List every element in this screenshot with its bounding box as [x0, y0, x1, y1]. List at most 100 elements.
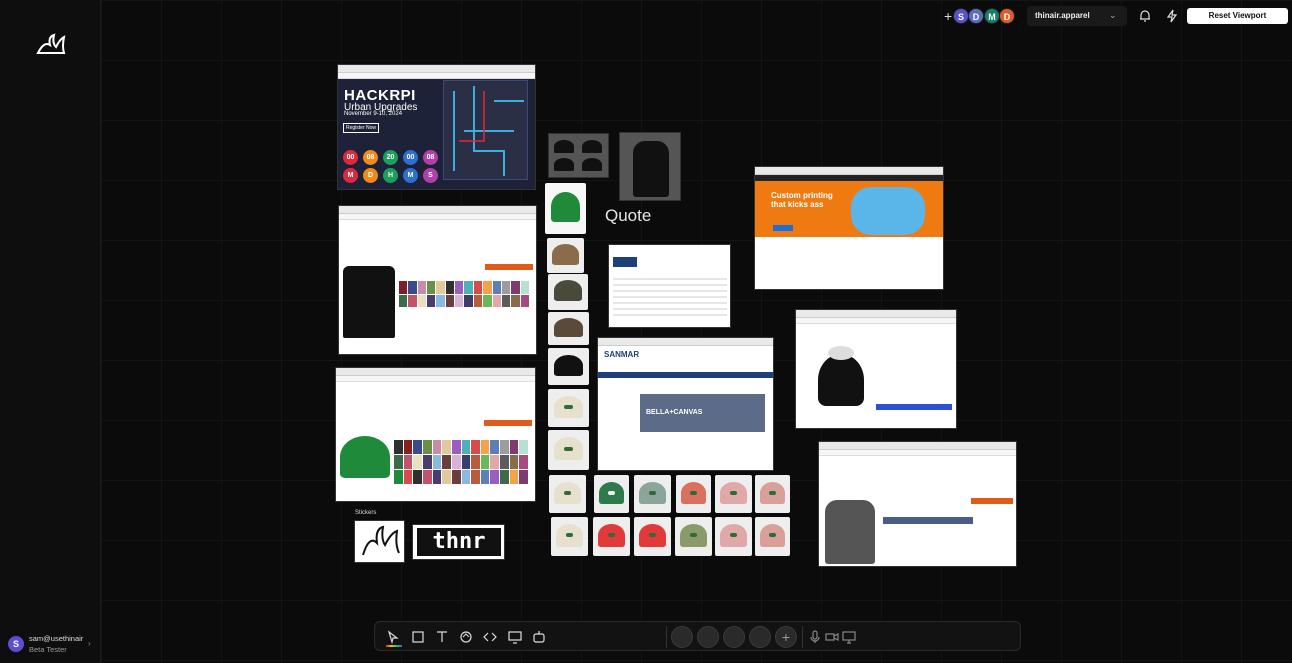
thnr-sticker[interactable]: thnr [412, 524, 505, 560]
countdown-months: 00 [343, 150, 358, 165]
rectangle-icon[interactable] [410, 629, 426, 645]
text-icon[interactable] [434, 629, 450, 645]
participant-slot[interactable] [723, 626, 745, 648]
collaborator-avatar[interactable]: D [999, 8, 1015, 24]
collaborator-avatar[interactable]: M [984, 8, 1000, 24]
gray-hoodie-image [825, 500, 875, 564]
browser-addressbar [336, 376, 535, 382]
browser-addressbar [339, 214, 536, 220]
user-role: Beta Tester [29, 645, 67, 654]
zap-icon[interactable] [1164, 8, 1180, 24]
participant-slot[interactable] [749, 626, 771, 648]
active-tool-indicator [386, 645, 402, 647]
browser-tabbar [755, 167, 943, 175]
cap-thumb[interactable] [675, 517, 712, 556]
countdown-unit: D [363, 168, 378, 183]
cap-thumb[interactable] [594, 475, 629, 513]
user-menu[interactable]: S sam@usethinair Beta Tester › [8, 634, 96, 656]
countdown-hours: 20 [383, 150, 398, 165]
video-icon[interactable] [824, 629, 840, 645]
cream-cap-thumb[interactable] [548, 430, 589, 470]
countdown-unit: M [403, 168, 418, 183]
cap-thumb[interactable] [755, 517, 790, 556]
participant-slot[interactable] [671, 626, 693, 648]
browser-addressbar [338, 73, 535, 79]
bunny-sticker[interactable] [354, 520, 405, 563]
share-screen-icon[interactable] [841, 629, 857, 645]
countdown-days: 08 [363, 150, 378, 165]
green-cap-image [340, 436, 390, 478]
sanmar-banner: BELLA+CANVAS [640, 394, 765, 432]
cap-thumb[interactable] [755, 475, 790, 513]
brown-cap-thumb[interactable] [547, 238, 584, 273]
participant-slot[interactable] [697, 626, 719, 648]
reset-viewport-button[interactable]: Reset Viewport [1187, 8, 1288, 24]
camo-trucker-thumb[interactable] [548, 312, 589, 345]
left-sidebar: S sam@usethinair Beta Tester › [0, 0, 101, 663]
quote-document[interactable] [608, 244, 731, 328]
cap-thumb[interactable] [593, 517, 630, 556]
thnr-text: thnr [417, 528, 501, 556]
cursor-icon[interactable] [385, 629, 401, 645]
countdown-minutes: 00 [403, 150, 418, 165]
sanmar-nav [598, 372, 773, 378]
code-icon[interactable] [482, 629, 498, 645]
cap-thumb[interactable] [715, 517, 752, 556]
browser-addressbar [796, 318, 956, 324]
hackrpi-screenshot[interactable]: HACKRPI Urban Upgrades November 9-10, 20… [337, 64, 536, 190]
promo-headline: Custom printing that kicks ass [771, 191, 833, 209]
cap-thumb[interactable] [551, 517, 588, 556]
promo-cta [773, 225, 793, 231]
camo-cap-thumb[interactable] [548, 274, 588, 310]
trucker-cap-product-screenshot[interactable] [335, 367, 536, 502]
microphone-icon[interactable] [807, 629, 823, 645]
countdown-unit: H [383, 168, 398, 183]
thinair-logo[interactable] [36, 33, 66, 57]
green-cap-thumb[interactable] [545, 183, 586, 234]
toolbar-divider [802, 626, 803, 648]
beanie-image [818, 346, 864, 406]
browser-tabbar [338, 65, 535, 73]
bottom-toolbar: + [374, 621, 1021, 651]
countdown-unit: S [423, 168, 438, 183]
collaborator-avatar[interactable]: D [968, 8, 984, 24]
sanmar-screenshot[interactable]: SANMAR BELLA+CANVAS [597, 337, 774, 471]
black-cap-thumb[interactable] [548, 348, 589, 385]
hoodie-product-screenshot[interactable] [818, 441, 1017, 567]
browser-tabbar [598, 338, 773, 346]
shapes-icon[interactable] [458, 629, 474, 645]
cap-thumb[interactable] [549, 475, 586, 513]
add-to-cart-bar [484, 420, 532, 426]
workspace-name: thinair.apparel [1035, 11, 1090, 20]
longsleeve-product-screenshot[interactable] [338, 205, 537, 355]
collaborator-avatar[interactable]: S [953, 8, 969, 24]
color-swatches [394, 440, 528, 484]
cream-cap-thumb[interactable] [548, 389, 589, 427]
cap-thumb[interactable] [634, 475, 671, 513]
black-caps-photo[interactable] [548, 133, 609, 178]
cap-thumb[interactable] [715, 475, 752, 513]
browser-tabbar [819, 442, 1016, 450]
cap-thumb[interactable] [634, 517, 671, 556]
screen-icon[interactable] [507, 629, 523, 645]
browser-tabbar [339, 206, 536, 214]
browser-tabbar [336, 368, 535, 376]
bot-icon[interactable] [531, 629, 547, 645]
beanie-product-screenshot[interactable] [795, 309, 957, 429]
countdown-seconds: 08 [423, 150, 438, 165]
add-participant-button[interactable]: + [775, 626, 797, 648]
custom-printing-screenshot[interactable]: Custom printing that kicks ass [754, 166, 944, 290]
hackrpi-date: November 9-10, 2024 [344, 111, 403, 117]
toolbar-divider [666, 626, 667, 648]
user-avatar: S [8, 636, 24, 652]
whiteboard-canvas[interactable] [101, 0, 1292, 663]
chevron-right-icon: › [88, 639, 91, 648]
stickers-label: Stickers [355, 510, 377, 516]
bell-icon[interactable] [1137, 8, 1153, 24]
subway-map [443, 80, 528, 180]
quote-label: Quote [605, 206, 652, 225]
longsleeve-shirt-image [343, 266, 395, 338]
workspace-selector[interactable]: thinair.apparel ⌄ [1027, 6, 1127, 26]
cap-thumb[interactable] [676, 475, 711, 513]
hoodie-photo[interactable] [619, 132, 681, 201]
